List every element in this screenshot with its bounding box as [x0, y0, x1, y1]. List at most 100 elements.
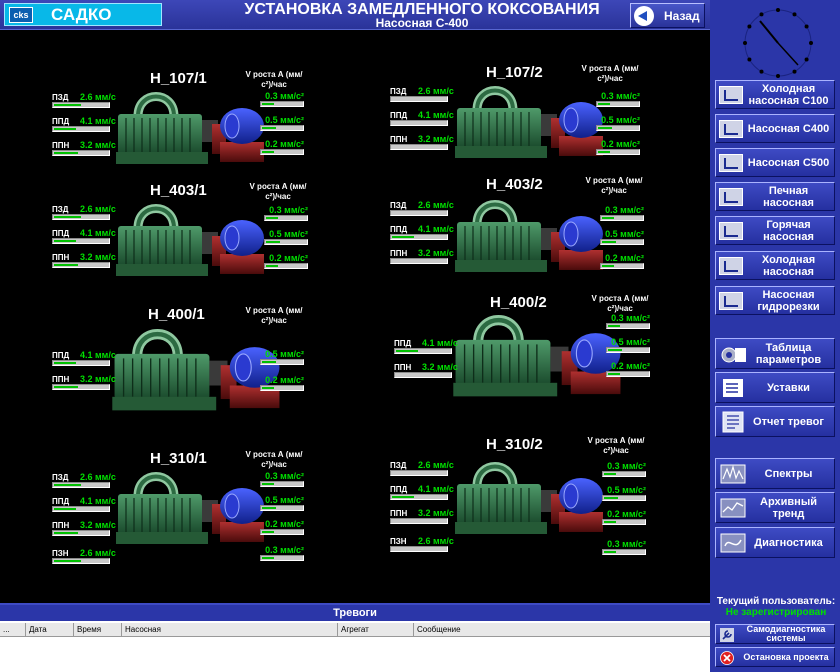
col-message[interactable]: Сообщение [414, 623, 710, 637]
growth-bar [600, 263, 644, 269]
pump-unit[interactable] [455, 192, 605, 282]
vibration-growth-indicator[interactable]: 0.5 мм/с² [600, 229, 644, 248]
stop-project-button[interactable]: Остановка проекта [715, 647, 835, 667]
col-unit[interactable]: Агрегат [338, 623, 414, 637]
pump-unit[interactable] [116, 464, 266, 554]
vibration-growth-header: V роста А (мм/с²)/час [585, 176, 643, 195]
vibration-sensor[interactable]: ППД 4.1 мм/с [390, 224, 454, 242]
vibration-growth-indicator[interactable]: 0.2 мм/с² [264, 253, 308, 272]
pump-name: Н_403/1 [150, 182, 207, 199]
vibration-sensor[interactable]: ППД 4.1 мм/с [390, 110, 454, 128]
col-station[interactable]: Насосная [122, 623, 338, 637]
tool-button-3[interactable]: Отчет тревог [715, 406, 835, 437]
vibration-sensor[interactable]: ППН 3.2 мм/с [390, 134, 454, 152]
sensor-bar-fill [54, 362, 76, 364]
vibration-growth-indicator[interactable]: 0.5 мм/с² [606, 337, 650, 356]
sensor-label: ПЗД [52, 205, 69, 214]
pump-unit[interactable] [112, 320, 282, 421]
tool-button-2[interactable]: Уставки [715, 372, 835, 403]
pump-unit[interactable] [116, 196, 266, 286]
col-time[interactable]: Время [74, 623, 122, 637]
vibration-growth-indicator[interactable]: 0.2 мм/с² [600, 253, 644, 272]
growth-bar-fill [604, 521, 616, 523]
vibration-growth-indicator[interactable]: 0.2 мм/с² [606, 361, 650, 380]
vibration-growth-indicator[interactable]: 0.3 мм/с² [260, 471, 304, 490]
vibration-sensor[interactable]: ППН 3.2 мм/с [52, 252, 116, 270]
vibration-growth-indicator[interactable]: 0.2 мм/с² [596, 139, 640, 158]
col-more[interactable]: ... [0, 623, 26, 637]
tool-button-5[interactable]: Архивный тренд [715, 492, 835, 523]
vibration-sensor[interactable]: ППН 3.2 мм/с [52, 374, 116, 392]
vibration-sensor[interactable]: ППД 4.1 мм/с [52, 116, 116, 134]
vibration-sensor[interactable]: ППН 3.2 мм/с [394, 362, 458, 380]
col-date[interactable]: Дата [26, 623, 74, 637]
nav-button-6[interactable]: Холодная насосная [715, 251, 835, 280]
nav-button-5[interactable]: Горячая насосная [715, 216, 835, 245]
vibration-sensor[interactable]: ПЗД 2.6 мм/с [390, 460, 454, 478]
pump-unit[interactable] [455, 78, 605, 168]
growth-bar [600, 239, 644, 245]
vibration-sensor[interactable]: ППН 3.2 мм/с [390, 248, 454, 266]
vibration-sensor[interactable]: ППД 4.1 мм/с [52, 228, 116, 246]
sensor-bar-fill [54, 240, 76, 242]
growth-bar [602, 471, 646, 477]
pump-unit[interactable] [455, 454, 605, 544]
tool-button-1[interactable]: Таблица параметров [715, 338, 835, 369]
nav-button-2[interactable]: Насосная С400 [715, 114, 835, 143]
vibration-sensor[interactable]: ППД 4.1 мм/с [390, 484, 454, 502]
vibration-growth-indicator[interactable]: 0.5 мм/с² [264, 229, 308, 248]
vibration-growth-indicator[interactable]: 0.5 мм/с² [596, 115, 640, 134]
tool-button-6[interactable]: Диагностика [715, 527, 835, 558]
arrow-screen-icon [719, 292, 743, 310]
pump-name: Н_400/2 [490, 294, 547, 311]
vibration-growth-indicator[interactable]: 0.3 мм/с² [596, 91, 640, 110]
vibration-growth-indicator[interactable]: 0.2 мм/с² [260, 519, 304, 538]
vibration-sensor[interactable]: ПЗД 2.6 мм/с [390, 86, 454, 104]
growth-value: 0.3 мм/с² [265, 545, 304, 555]
vibration-growth-indicator[interactable]: 0.3 мм/с² [606, 313, 650, 332]
nav-button-1[interactable]: Холодная насосная С100 [715, 80, 835, 109]
vibration-sensor[interactable]: ПЗД 2.6 мм/с [52, 204, 116, 222]
back-button[interactable]: Назад [630, 3, 705, 28]
vibration-growth-indicator[interactable]: 0.3 мм/с² [602, 461, 646, 480]
vibration-growth-indicator[interactable]: 0.5 мм/с² [260, 115, 304, 134]
tool-button-label: Таблица параметров [755, 341, 822, 366]
vibration-growth-indicator[interactable]: 0.3 мм/с² [602, 539, 646, 558]
vibration-sensor[interactable]: ППД 4.1 мм/с [394, 338, 458, 356]
nav-button-4[interactable]: Печная насосная [715, 182, 835, 211]
vibration-growth-indicator[interactable]: 0.2 мм/с² [260, 375, 304, 394]
vibration-growth-indicator[interactable]: 0.3 мм/с² [600, 205, 644, 224]
nav-button-3[interactable]: Насосная С500 [715, 148, 835, 177]
vibration-growth-indicator[interactable]: 0.5 мм/с² [602, 485, 646, 504]
vibration-sensor[interactable]: ППН 3.2 мм/с [52, 140, 116, 158]
vibration-growth-indicator[interactable]: 0.5 мм/с² [260, 349, 304, 368]
sensor-value: 4.1 мм/с [80, 228, 116, 238]
vibration-sensor[interactable]: ППН 3.2 мм/с [52, 520, 116, 538]
vibration-sensor[interactable]: ПЗД 2.6 мм/с [52, 472, 116, 490]
sensor-value: 2.6 мм/с [80, 548, 116, 558]
growth-bar [260, 101, 304, 107]
vibration-sensor[interactable]: ПЗД 2.6 мм/с [52, 92, 116, 110]
tool-button-4[interactable]: Спектры [715, 458, 835, 489]
vibration-growth-indicator[interactable]: 0.2 мм/с² [602, 509, 646, 528]
vibration-sensor[interactable]: ПЗН 2.6 мм/с [390, 536, 454, 554]
vibration-sensor[interactable]: ПЗД 2.6 мм/с [390, 200, 454, 218]
pump-unit[interactable] [453, 306, 623, 407]
vibration-growth-indicator[interactable]: 0.3 мм/с² [264, 205, 308, 224]
vibration-sensor[interactable]: ПЗН 2.6 мм/с [52, 548, 116, 566]
vibration-growth-indicator[interactable]: 0.2 мм/с² [260, 139, 304, 158]
app-logo: cks САДКО [4, 3, 162, 26]
pump-unit[interactable] [116, 84, 266, 174]
self-diagnostics-button[interactable]: Самодиагностика системы [715, 624, 835, 644]
vibration-sensor[interactable]: ППД 4.1 мм/с [52, 350, 116, 368]
sensor-value: 3.2 мм/с [422, 362, 458, 372]
vibration-sensor[interactable]: ППД 4.1 мм/с [52, 496, 116, 514]
vibration-growth-indicator[interactable]: 0.5 мм/с² [260, 495, 304, 514]
growth-bar-fill [262, 151, 274, 153]
sensor-bar-fill [396, 350, 418, 352]
nav-button-7[interactable]: Насосная гидрорезки [715, 286, 835, 315]
vibration-growth-indicator[interactable]: 0.3 мм/с² [260, 91, 304, 110]
vibration-growth-indicator[interactable]: 0.3 мм/с² [260, 545, 304, 564]
vibration-sensor[interactable]: ППН 3.2 мм/с [390, 508, 454, 526]
growth-bar-fill [604, 473, 616, 475]
